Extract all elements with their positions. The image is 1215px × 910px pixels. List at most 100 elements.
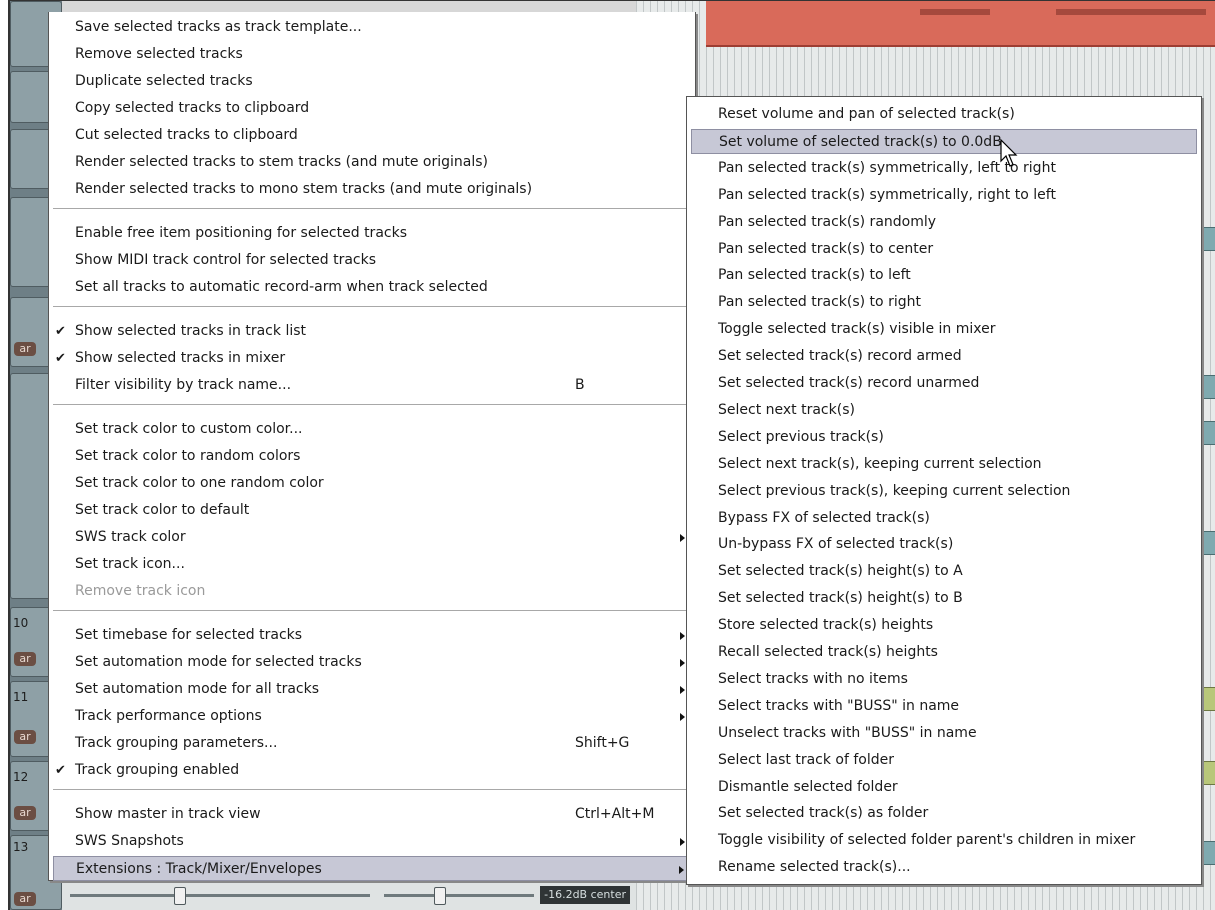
extensions-submenu: Reset volume and pan of selected track(s… [686,96,1202,885]
menu-item[interactable]: Render selected tracks to mono stem trac… [53,177,691,202]
submenu-item[interactable]: Select tracks with no items [691,667,1197,692]
volume-slider-knob[interactable] [174,887,186,905]
menu-item[interactable]: Set track color to custom color... [53,417,691,442]
submenu-item[interactable]: Set selected track(s) height(s) to B [691,586,1197,611]
submenu-item-label: Select previous track(s) [718,428,884,445]
submenu-item[interactable]: Bypass FX of selected track(s) [691,506,1197,531]
menu-item-label: Set track color to default [75,502,250,518]
submenu-item[interactable]: Toggle visibility of selected folder par… [691,828,1197,853]
submenu-item[interactable]: Rename selected track(s)... [691,855,1197,880]
submenu-item[interactable]: Set volume of selected track(s) to 0.0dB [691,128,1197,154]
menu-item[interactable]: Save selected tracks as track template..… [53,15,691,40]
volume-slider[interactable] [70,894,370,897]
media-item[interactable] [1201,421,1215,445]
submenu-item[interactable]: Dismantle selected folder [691,775,1197,800]
submenu-item[interactable]: Pan selected track(s) randomly [691,210,1197,235]
media-item[interactable] [706,1,1215,47]
menu-item[interactable]: Duplicate selected tracks [53,69,691,94]
submenu-item[interactable]: Pan selected track(s) to left [691,263,1197,288]
media-item[interactable] [1201,841,1215,865]
submenu-item[interactable]: Set selected track(s) height(s) to A [691,559,1197,584]
submenu-item[interactable]: Store selected track(s) heights [691,613,1197,638]
submenu-item[interactable]: Select next track(s) [691,398,1197,423]
menu-item[interactable]: Remove selected tracks [53,42,691,67]
submenu-item-label: Set selected track(s) record unarmed [718,375,980,391]
menu-item[interactable]: Set track color to one random color [53,471,691,496]
menu-item-label: Filter visibility by track name... [75,377,292,393]
menu-item[interactable]: ✔ Track grouping enabled [53,758,691,783]
menu-item-label: Show MIDI track control for selected tra… [75,252,377,268]
menu-separator [53,208,691,210]
submenu-item-label: Pan selected track(s) to left [718,267,911,284]
media-item[interactable] [1201,227,1215,251]
menu-item-label: Set track color to one random color [75,475,324,491]
menu-item[interactable]: Set track icon... [53,552,691,577]
menu-item[interactable]: Set track color to random colors [53,444,691,469]
track-fader-row: -16.2dB center [62,881,636,910]
submenu-item[interactable]: Select next track(s), keeping current se… [691,452,1197,477]
submenu-item[interactable]: Set selected track(s) record armed [691,344,1197,369]
submenu-item-label: Set volume of selected track(s) to 0.0dB [719,133,1002,150]
menu-item-label: Set track color to custom color... [75,421,303,437]
record-arm-button[interactable]: ar [14,730,36,744]
submenu-item-label: Recall selected track(s) heights [718,644,938,660]
menu-item[interactable]: Copy selected tracks to clipboard [53,96,691,121]
menu-item[interactable]: ✔ Show selected tracks in track list [53,319,691,344]
submenu-item[interactable]: Pan selected track(s) to center [691,237,1197,262]
menu-item-label: SWS track color [75,529,186,545]
menu-item[interactable]: SWS track color [53,525,691,550]
menu-item[interactable]: ✔ Show selected tracks in mixer [53,346,691,371]
record-arm-button[interactable]: ar [14,652,36,666]
menu-item[interactable]: Filter visibility by track name... B [53,373,691,398]
menu-item[interactable]: Set automation mode for all tracks [53,677,691,702]
menu-item-label: Render selected tracks to stem tracks (a… [75,154,488,170]
pan-slider-knob[interactable] [434,887,446,905]
submenu-item-label: Set selected track(s) as folder [718,805,929,822]
track-number: 10 [13,616,29,630]
menu-item-label: Set all tracks to automatic record-arm w… [75,279,488,295]
submenu-item[interactable]: Select previous track(s) [691,425,1197,450]
submenu-item[interactable]: Select tracks with "BUSS" in name [691,694,1197,719]
submenu-item[interactable]: Unselect tracks with "BUSS" in name [691,721,1197,746]
submenu-item[interactable]: Set selected track(s) record unarmed [691,371,1197,396]
pan-slider[interactable] [384,894,534,897]
submenu-item[interactable]: Pan selected track(s) to right [691,290,1197,315]
menu-item[interactable]: Track grouping parameters... Shift+G [53,731,691,756]
menu-item[interactable]: Render selected tracks to stem tracks (a… [53,150,691,175]
menu-item[interactable]: Cut selected tracks to clipboard [53,123,691,148]
menu-item[interactable]: Track performance options [53,704,691,729]
menu-item[interactable]: Set track color to default [53,498,691,523]
submenu-item[interactable]: Toggle selected track(s) visible in mixe… [691,317,1197,342]
checkmark-icon: ✔ [55,324,66,339]
submenu-item[interactable]: Un-bypass FX of selected track(s) [691,532,1197,557]
record-arm-button[interactable]: ar [14,892,36,906]
menu-item[interactable]: Extensions : Track/Mixer/Envelopes [53,856,691,881]
submenu-item[interactable]: Recall selected track(s) heights [691,640,1197,665]
menu-item-label: Duplicate selected tracks [75,73,253,89]
submenu-item-label: Un-bypass FX of selected track(s) [718,536,954,553]
menu-item[interactable]: Show master in track view Ctrl+Alt+M [53,802,691,827]
menu-item[interactable]: Enable free item positioning for selecte… [53,221,691,246]
media-item[interactable] [1201,531,1215,555]
media-item[interactable] [1201,375,1215,399]
submenu-item-label: Select last track of folder [718,751,895,768]
menu-item[interactable]: Set automation mode for selected tracks [53,650,691,675]
menu-item-label: SWS Snapshots [75,833,184,849]
media-item[interactable] [1201,687,1215,711]
menu-item[interactable]: Show MIDI track control for selected tra… [53,248,691,273]
menu-item[interactable]: Set all tracks to automatic record-arm w… [53,275,691,300]
submenu-item[interactable]: Select previous track(s), keeping curren… [691,479,1197,504]
menu-item-label: Set automation mode for selected tracks [75,654,362,670]
submenu-item[interactable]: Reset volume and pan of selected track(s… [691,102,1197,127]
menu-item-label: Remove selected tracks [75,46,243,62]
submenu-item[interactable]: Pan selected track(s) symmetrically, rig… [691,183,1197,208]
submenu-item-label: Bypass FX of selected track(s) [718,509,930,526]
record-arm-button[interactable]: ar [14,342,36,356]
menu-item[interactable]: Set timebase for selected tracks [53,623,691,648]
menu-item[interactable]: SWS Snapshots [53,829,691,854]
submenu-item[interactable]: Set selected track(s) as folder [691,801,1197,826]
submenu-item[interactable]: Select last track of folder [691,748,1197,773]
record-arm-button[interactable]: ar [14,806,36,820]
submenu-item[interactable]: Pan selected track(s) symmetrically, lef… [691,156,1197,181]
media-item[interactable] [1201,761,1215,785]
